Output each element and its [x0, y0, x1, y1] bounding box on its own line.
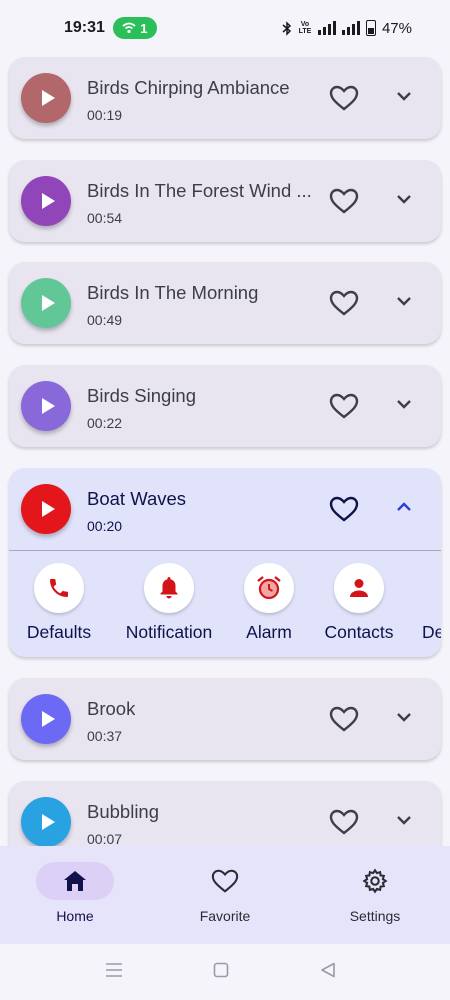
- play-icon: [41, 711, 55, 727]
- heart-icon: [211, 869, 239, 893]
- nav-home[interactable]: Home: [0, 846, 150, 944]
- nav-favorite[interactable]: Favorite: [150, 846, 300, 944]
- menu-icon[interactable]: [105, 962, 123, 978]
- sound-card-expanded[interactable]: Boat Waves 00:20 Defaults Notification A…: [9, 468, 441, 657]
- sound-card[interactable]: Birds Singing 00:22: [9, 365, 441, 447]
- sound-title: Brook: [87, 698, 136, 719]
- play-button[interactable]: [21, 73, 71, 123]
- sound-duration: 00:54: [87, 210, 123, 226]
- home-icon: [64, 871, 86, 891]
- signal-icon: [341, 21, 360, 35]
- bell-icon: [160, 577, 178, 599]
- gear-icon: [362, 868, 388, 894]
- set-as-contacts-button[interactable]: Contacts: [304, 563, 414, 643]
- chevron-down-icon[interactable]: [395, 397, 413, 411]
- play-icon: [41, 193, 55, 209]
- sound-duration: 00:19: [87, 107, 123, 123]
- nav-settings-label: Settings: [349, 908, 401, 924]
- action-label: Contacts: [324, 622, 394, 642]
- sound-duration: 00:20: [87, 518, 123, 534]
- chevron-down-icon[interactable]: [395, 813, 413, 827]
- sound-duration: 00:22: [87, 415, 123, 431]
- nav-home-label: Home: [56, 908, 94, 924]
- back-triangle-icon[interactable]: [320, 962, 336, 978]
- action-label: Alarm: [246, 622, 292, 642]
- chevron-down-icon[interactable]: [395, 710, 413, 724]
- set-as-actions: Defaults Notification Alarm Contacts De: [9, 551, 441, 657]
- action-label: Defaults: [26, 622, 92, 642]
- play-icon: [41, 295, 55, 311]
- volte-indicator: Vo LTE: [298, 21, 312, 35]
- status-bar: 19:31 1 Vo LTE 47%: [0, 0, 450, 56]
- heart-icon[interactable]: [329, 706, 359, 732]
- set-as-notification-button[interactable]: Notification: [114, 563, 224, 643]
- play-button[interactable]: [21, 484, 71, 534]
- chevron-down-icon[interactable]: [395, 89, 413, 103]
- play-icon: [41, 398, 55, 414]
- nav-settings[interactable]: Settings: [300, 846, 450, 944]
- sound-duration: 00:49: [87, 312, 123, 328]
- nav-favorite-label: Favorite: [199, 908, 251, 924]
- sound-title: Bubbling: [87, 801, 160, 822]
- sound-duration: 00:37: [87, 728, 123, 744]
- sound-title: Birds In The Morning: [87, 282, 259, 303]
- heart-icon[interactable]: [329, 85, 359, 111]
- play-button[interactable]: [21, 278, 71, 328]
- chevron-down-icon[interactable]: [395, 294, 413, 308]
- play-button[interactable]: [21, 176, 71, 226]
- sound-card[interactable]: Brook 00:37: [9, 678, 441, 760]
- person-icon: [350, 579, 368, 597]
- sound-title: Birds In The Forest Wind ...: [87, 180, 312, 201]
- heart-icon[interactable]: [329, 809, 359, 835]
- sound-duration: 00:07: [87, 831, 123, 847]
- battery-percent: 47%: [381, 19, 412, 37]
- sound-card[interactable]: Birds In The Morning 00:49: [9, 262, 441, 344]
- action-label: Notification: [125, 622, 213, 642]
- play-icon: [41, 90, 55, 106]
- chevron-up-icon[interactable]: [395, 500, 413, 514]
- wifi-hotspot-icon: [122, 22, 136, 34]
- play-button[interactable]: [21, 797, 71, 847]
- status-time: 19:31: [64, 19, 105, 36]
- bottom-nav: Home Favorite Settings: [0, 846, 450, 944]
- sound-title: Boat Waves: [87, 488, 187, 509]
- heart-icon[interactable]: [329, 496, 359, 522]
- heart-icon[interactable]: [329, 290, 359, 316]
- action-label: De: [422, 622, 441, 642]
- sound-title: Birds Singing: [87, 385, 197, 406]
- set-as-more-button[interactable]: De: [422, 563, 441, 643]
- sound-title: Birds Chirping Ambiance: [87, 77, 290, 98]
- sound-card[interactable]: Birds Chirping Ambiance 00:19: [9, 57, 441, 139]
- phone-icon: [50, 579, 68, 597]
- chevron-down-icon[interactable]: [395, 192, 413, 206]
- bluetooth-icon: [282, 20, 292, 36]
- play-icon: [41, 814, 55, 830]
- play-icon: [41, 501, 55, 517]
- system-nav-bar: [0, 944, 450, 1000]
- heart-icon[interactable]: [329, 188, 359, 214]
- home-square-icon[interactable]: [213, 962, 229, 978]
- signal-icon: [317, 21, 336, 35]
- set-as-defaults-button[interactable]: Defaults: [9, 563, 114, 643]
- play-button[interactable]: [21, 381, 71, 431]
- play-button[interactable]: [21, 694, 71, 744]
- heart-icon[interactable]: [329, 393, 359, 419]
- sound-card[interactable]: Birds In The Forest Wind ... 00:54: [9, 160, 441, 242]
- hotspot-count: 1: [140, 20, 148, 36]
- alarm-clock-icon: [257, 576, 281, 600]
- battery-icon: [365, 20, 376, 36]
- hotspot-indicator: 1: [112, 17, 157, 39]
